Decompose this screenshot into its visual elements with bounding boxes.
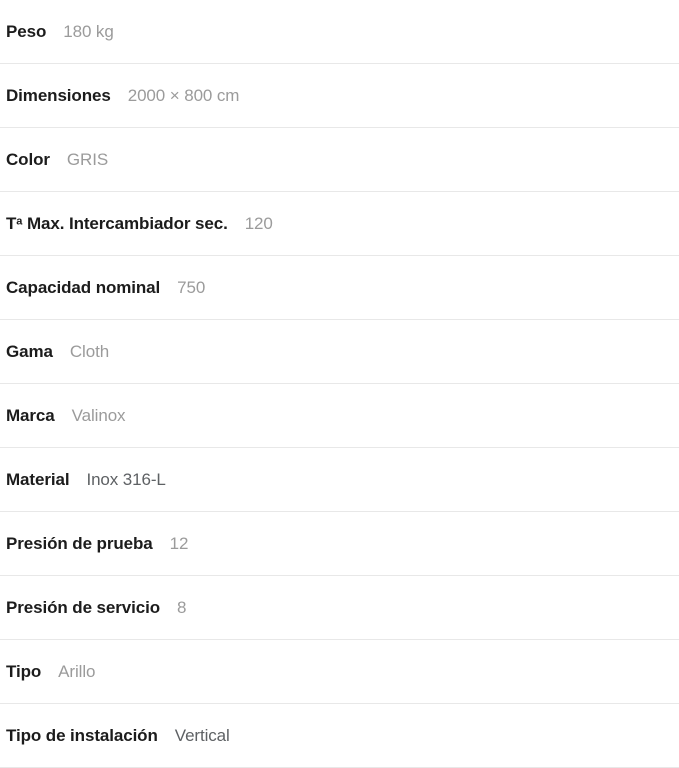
spec-value: Valinox — [71, 406, 126, 425]
table-row: Ta Max. Intercambiador sec. 120 — [0, 192, 679, 256]
spec-value: GRIS — [66, 150, 109, 169]
spec-label: Tipo — [6, 662, 42, 681]
spec-label: Material — [6, 470, 70, 489]
spec-value: Cloth — [69, 342, 110, 361]
spec-label: Dimensiones — [6, 86, 111, 105]
spec-value: 8 — [177, 598, 187, 617]
table-row: Tipo Arillo — [0, 640, 679, 704]
table-row: Presión de servicio 8 — [0, 576, 679, 640]
table-row: Capacidad nominal 750 — [0, 256, 679, 320]
table-row: Presión de prueba 12 — [0, 512, 679, 576]
spec-value: Vertical — [174, 726, 230, 745]
table-row: Peso 180 kg — [0, 0, 679, 64]
table-row: Dimensiones 2000 × 800 cm — [0, 64, 679, 128]
spec-label: Ta Max. Intercambiador sec. — [6, 214, 228, 233]
spec-label: Tipo de instalación — [6, 726, 158, 745]
spec-value: 750 — [177, 278, 206, 297]
table-row: Marca Valinox — [0, 384, 679, 448]
spec-value: 180 kg — [63, 22, 114, 41]
ordinal-indicator: a — [16, 215, 23, 228]
spec-label: Presión de prueba — [6, 534, 153, 553]
table-row: Material Inox 316-L — [0, 448, 679, 512]
table-row: Color GRIS — [0, 128, 679, 192]
specification-table: Peso 180 kg Dimensiones 2000 × 800 cm Color G… — [0, 0, 679, 768]
spec-value: 2000 × 800 cm — [127, 86, 240, 105]
spec-label: Peso — [6, 22, 47, 41]
spec-label: Presión de servicio — [6, 598, 161, 617]
spec-value: Arillo — [58, 662, 96, 681]
spec-label: Color — [6, 150, 50, 169]
spec-value: Inox 316-L — [86, 470, 166, 489]
table-row: Gama Cloth — [0, 320, 679, 384]
spec-label: Marca — [6, 406, 55, 425]
spec-label: Gama — [6, 342, 53, 361]
spec-label: Capacidad nominal — [6, 278, 161, 297]
spec-value: 12 — [169, 534, 189, 553]
spec-value: 120 — [244, 214, 273, 233]
table-row: Tipo de instalación Vertical — [0, 704, 679, 768]
